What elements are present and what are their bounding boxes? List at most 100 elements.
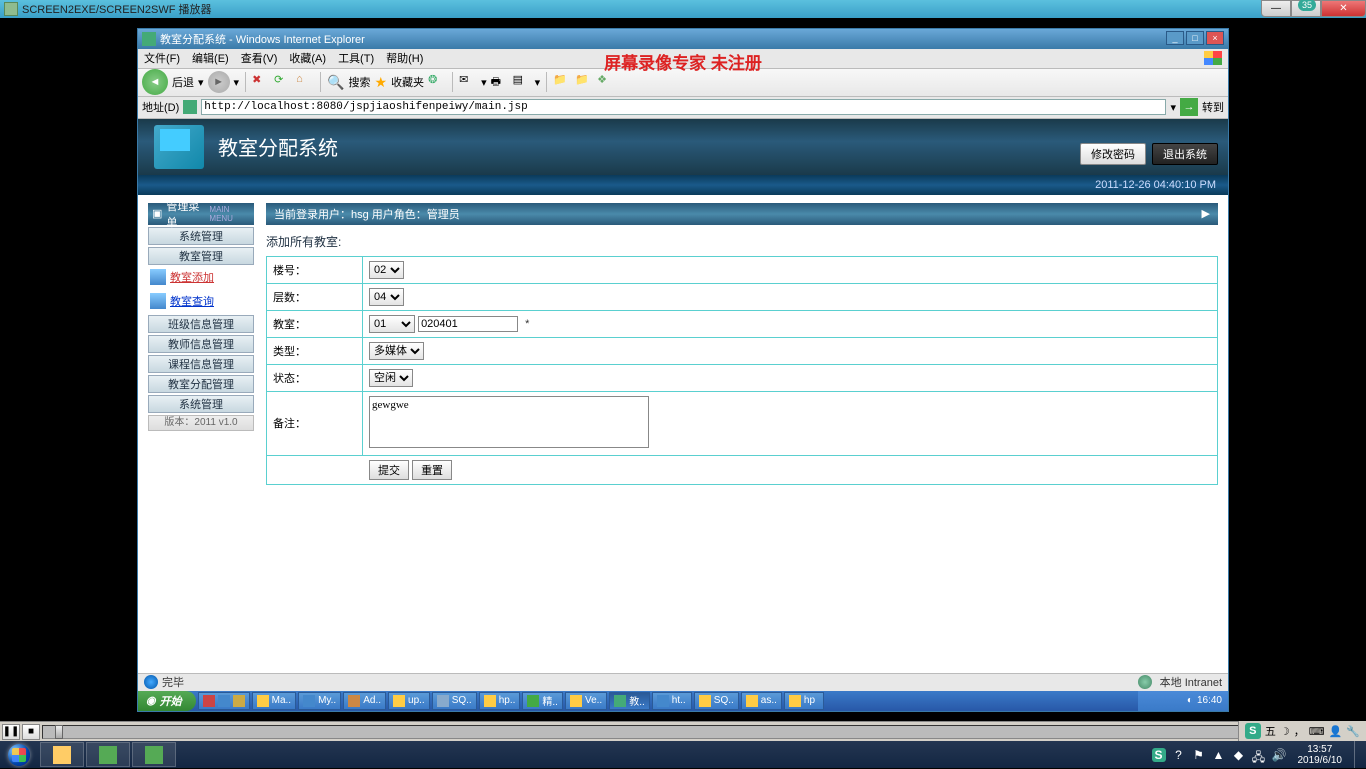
xp-task-9[interactable]: ht.. <box>652 692 692 710</box>
tray-vol-icon[interactable]: 🔊 <box>1272 748 1286 762</box>
go-button[interactable]: → <box>1180 98 1198 116</box>
building-select[interactable]: 02 <box>369 261 404 279</box>
back-dropdown-icon[interactable]: ▾ <box>198 76 204 89</box>
reset-button[interactable]: 重置 <box>412 460 452 480</box>
menu-tools[interactable]: 工具(T) <box>338 50 374 66</box>
favorites-icon[interactable]: ★ <box>375 74 388 91</box>
go-label[interactable]: 转到 <box>1202 99 1224 115</box>
sidebar-item-system2[interactable]: 系统管理 <box>148 395 254 413</box>
ime-comma-icon[interactable]: ， <box>1294 723 1305 739</box>
url-input[interactable] <box>201 99 1166 115</box>
favorites-label[interactable]: 收藏夹 <box>391 74 424 90</box>
search-icon[interactable]: 🔍 <box>327 74 344 91</box>
ime-s-icon[interactable]: S <box>1245 723 1261 739</box>
win7-clock[interactable]: 13:57 2019/6/10 <box>1292 744 1349 766</box>
sidebar-item-teacher[interactable]: 教师信息管理 <box>148 335 254 353</box>
logout-button[interactable]: 退出系统 <box>1152 143 1218 165</box>
search-label[interactable]: 搜索 <box>349 74 371 90</box>
tray-flag-icon[interactable]: ⚑ <box>1192 748 1206 762</box>
player-minimize-button[interactable]: — <box>1261 0 1291 17</box>
menu-edit[interactable]: 编辑(E) <box>192 50 229 66</box>
folder1-icon[interactable]: 📁 <box>553 73 571 91</box>
tray-help-icon[interactable]: ? <box>1172 748 1186 762</box>
room-code-input[interactable] <box>418 316 518 332</box>
seek-thumb[interactable] <box>55 725 63 739</box>
mail-icon[interactable]: ✉ <box>459 73 477 91</box>
xp-task-1[interactable]: My.. <box>298 692 341 710</box>
change-password-button[interactable]: 修改密码 <box>1080 143 1146 165</box>
sidebar-item-classroom[interactable]: 教室管理 <box>148 247 254 265</box>
ime-bar[interactable]: S 五 ☽ ， ⌨ 👤 🔧 <box>1238 721 1366 741</box>
sidebar-item-class[interactable]: 班级信息管理 <box>148 315 254 333</box>
xp-task-12[interactable]: hp <box>784 692 824 710</box>
url-dropdown-icon[interactable]: ▾ <box>1170 101 1176 114</box>
ie-titlebar: 教室分配系统 - Windows Internet Explorer <box>138 29 1228 49</box>
ime-moon-icon[interactable]: ☽ <box>1280 725 1290 738</box>
ime-wrench-icon[interactable]: 🔧 <box>1346 725 1360 738</box>
sidebar-link-add[interactable]: 教室添加 <box>148 265 254 289</box>
ime-user-icon[interactable]: 👤 <box>1329 725 1343 738</box>
remark-textarea[interactable]: gewgwe <box>369 396 649 448</box>
xp-task-11[interactable]: as.. <box>741 692 782 710</box>
xp-task-6[interactable]: 精.. <box>522 692 563 710</box>
menu-favorites[interactable]: 收藏(A) <box>289 50 326 66</box>
back-button[interactable]: ◄ <box>142 69 168 95</box>
breadcrumb-arrow-icon[interactable]: ▶ <box>1202 207 1210 220</box>
sidebar-link-query[interactable]: 教室查询 <box>148 289 254 313</box>
xp-task-2[interactable]: Ad.. <box>343 692 386 710</box>
home-icon[interactable]: ⌂ <box>296 73 314 91</box>
sidebar-header-sub: MAIN MENU <box>209 205 250 223</box>
floor-select[interactable]: 04 <box>369 288 404 306</box>
folder2-icon[interactable]: 📁 <box>575 73 593 91</box>
tray-s-icon[interactable]: S <box>1152 748 1166 762</box>
sidebar-item-course[interactable]: 课程信息管理 <box>148 355 254 373</box>
edit-icon[interactable]: ▤ <box>513 73 531 91</box>
sidebar-item-assign[interactable]: 教室分配管理 <box>148 375 254 393</box>
section-title: 添加所有教室: <box>266 225 1218 256</box>
type-select[interactable]: 多媒体 <box>369 342 424 360</box>
xp-task-4[interactable]: SQ.. <box>432 692 477 710</box>
history-icon[interactable]: ❂ <box>428 73 446 91</box>
menu-view[interactable]: 查看(V) <box>241 50 278 66</box>
player-seekbar[interactable] <box>42 725 1282 739</box>
xp-quicklaunch[interactable] <box>198 692 250 710</box>
xp-task-10[interactable]: SQ.. <box>694 692 739 710</box>
forward-dropdown-icon[interactable]: ▾ <box>234 76 240 89</box>
win7-start-button[interactable] <box>0 741 38 768</box>
print-icon[interactable]: 🖶 <box>491 73 509 91</box>
win7-task-explorer[interactable] <box>40 742 84 767</box>
xp-task-8[interactable]: 教.. <box>609 692 650 710</box>
refresh-icon[interactable]: ⟳ <box>274 73 292 91</box>
ie-maximize-button[interactable]: □ <box>1186 31 1204 45</box>
tray-up-icon[interactable]: ▲ <box>1212 748 1226 762</box>
room-select[interactable]: 01 <box>369 315 415 333</box>
ie-close-button[interactable]: × <box>1206 31 1224 45</box>
back-label[interactable]: 后退 <box>172 74 194 90</box>
tray-net-icon[interactable]: 🖧 <box>1252 748 1266 762</box>
win7-task-player2[interactable] <box>132 742 176 767</box>
links-icon[interactable]: ❖ <box>597 73 615 91</box>
menu-file[interactable]: 文件(F) <box>144 50 180 66</box>
stop-icon[interactable]: ✖ <box>252 73 270 91</box>
player-close-button[interactable]: ✕ <box>1321 0 1366 17</box>
ime-keyboard-icon[interactable]: ⌨ <box>1309 725 1325 738</box>
player-stop-button[interactable]: ■ <box>22 724 40 740</box>
xp-task-3[interactable]: up.. <box>388 692 430 710</box>
tray-shield-icon[interactable]: ◆ <box>1232 748 1246 762</box>
xp-task-0[interactable]: Ma.. <box>252 692 296 710</box>
xp-tray[interactable]: ◐ 16:40 <box>1138 691 1228 711</box>
menu-help[interactable]: 帮助(H) <box>386 50 423 66</box>
ime-mode[interactable]: 五 <box>1265 723 1276 739</box>
ie-minimize-button[interactable]: _ <box>1166 31 1184 45</box>
player-pause-button[interactable]: ❚❚ <box>2 724 20 740</box>
status-select[interactable]: 空闲 <box>369 369 413 387</box>
xp-task-5[interactable]: hp.. <box>479 692 521 710</box>
xp-tray-icon[interactable]: ◐ <box>1187 695 1193 706</box>
submit-button[interactable]: 提交 <box>369 460 409 480</box>
forward-button[interactable]: ► <box>208 71 230 93</box>
show-desktop-button[interactable] <box>1354 741 1362 768</box>
win7-task-player1[interactable] <box>86 742 130 767</box>
sidebar-item-system[interactable]: 系统管理 <box>148 227 254 245</box>
xp-task-7[interactable]: Ve.. <box>565 692 607 710</box>
xp-start-button[interactable]: ◉ 开始 <box>138 691 196 711</box>
